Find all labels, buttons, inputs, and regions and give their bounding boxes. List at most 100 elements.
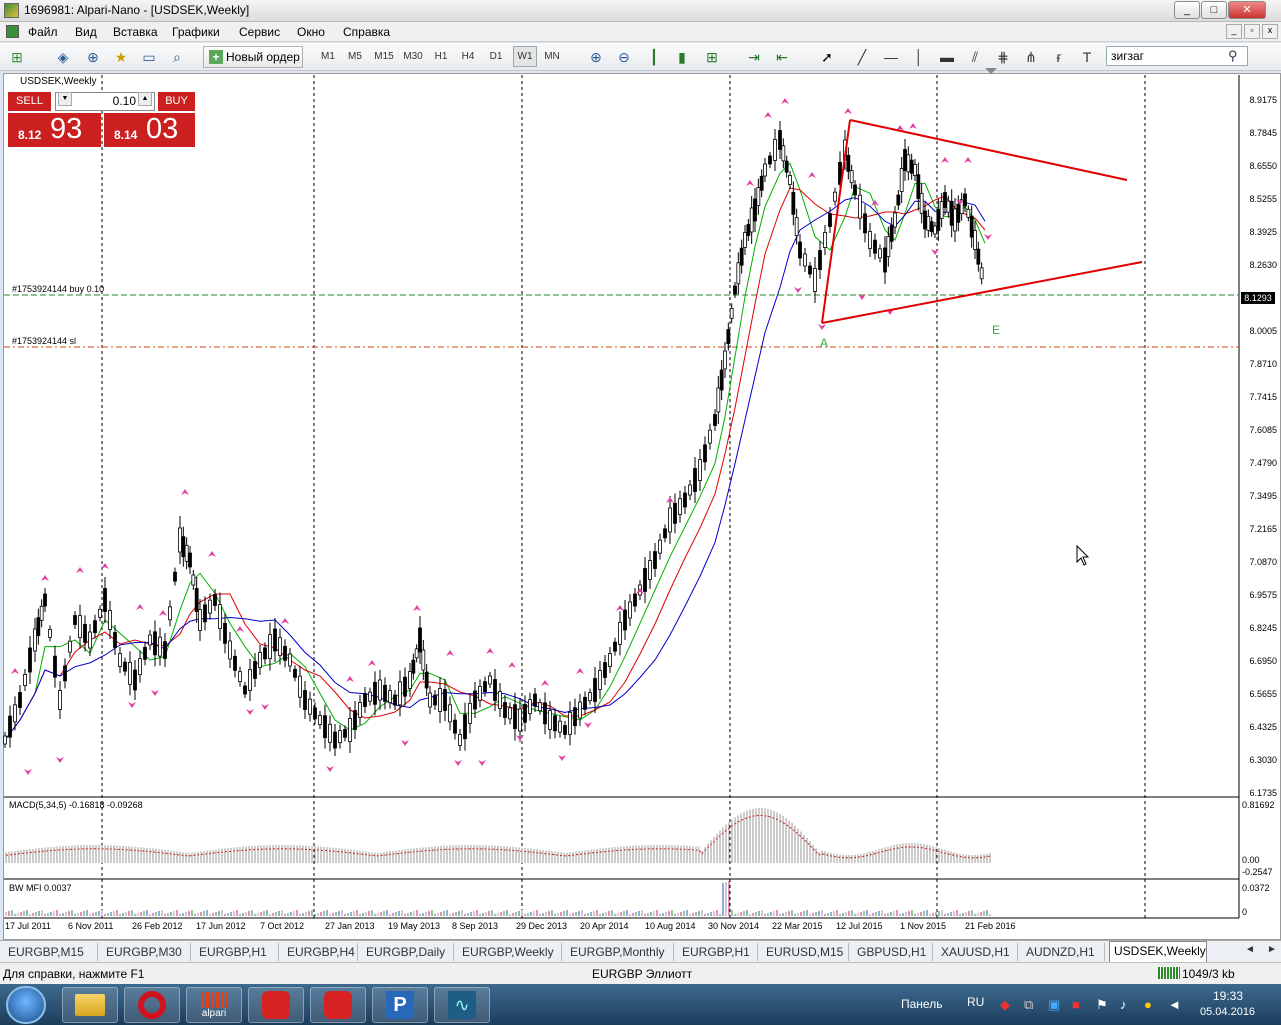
clock-time[interactable]: 19:33 (1213, 989, 1243, 1003)
candle-body (358, 702, 362, 718)
tray-speaker-icon[interactable]: ◄ (1168, 997, 1181, 1012)
taskbar-p-app-icon[interactable]: P (372, 987, 428, 1023)
sell-price-prefix: 8.12 (18, 128, 42, 142)
lot-down-icon[interactable]: ▼ (58, 92, 72, 106)
chart-tab[interactable]: XAUUSD,H1 (937, 943, 1018, 961)
candle-body (158, 636, 162, 657)
chart-tab[interactable]: EURGBP,H4 (283, 943, 358, 961)
candle-body (823, 232, 827, 248)
candle-body (298, 675, 302, 698)
chart-tab[interactable]: EURGBP,M15 (4, 943, 98, 961)
tray-app-icon[interactable]: ◆ (1000, 997, 1010, 1013)
candle-body (906, 154, 911, 173)
candle-body (878, 248, 882, 259)
candle-body (733, 285, 737, 295)
candle-body (88, 631, 92, 649)
buy-price[interactable]: 8.14 03 (104, 113, 195, 147)
candle-body (613, 641, 617, 652)
taskbar-alpari-icon[interactable]: alpari (186, 987, 242, 1023)
taskbar-folder-icon[interactable] (62, 987, 118, 1023)
order-line-label[interactable]: #1753924144 buy 0.10 (12, 284, 104, 294)
candle-body (668, 507, 672, 533)
candle-body (458, 734, 462, 746)
buy-price-prefix: 8.14 (114, 128, 138, 142)
chart-tab[interactable]: GBPUSD,H1 (853, 943, 933, 961)
lot-up-icon[interactable]: ▲ (138, 92, 152, 106)
candle-body (784, 160, 789, 173)
tray-flag-icon[interactable]: ⚑ (1096, 997, 1108, 1013)
sell-price[interactable]: 8.12 93 (8, 113, 101, 147)
chart-tab[interactable]: EURGBP,H1 (678, 943, 758, 961)
language-indicator[interactable]: RU (967, 995, 984, 1009)
candle-body (191, 574, 196, 586)
chart-tab[interactable]: EURGBP,M30 (102, 943, 191, 961)
chart-tab[interactable]: EURGBP,Monthly (566, 943, 674, 961)
tray-network-icon[interactable]: ⧉ (1024, 997, 1033, 1013)
chart-tab[interactable]: EURGBP,H1 (195, 943, 279, 961)
zigzag-down-arrow-icon (326, 766, 334, 772)
sell-button[interactable]: SELL (8, 92, 51, 111)
tray-red-icon[interactable]: ■ (1072, 997, 1080, 1012)
candle-body (603, 662, 607, 678)
candle-body (903, 149, 907, 171)
candle-body (858, 194, 862, 219)
zigzag-up-arrow-icon (541, 680, 549, 686)
candle-body (528, 699, 532, 715)
candle-body (973, 230, 977, 250)
zigzag-down-arrow-icon (794, 287, 802, 293)
chart-tab[interactable]: EURUSD,M15 (762, 943, 849, 961)
candle-body (243, 685, 247, 695)
tab-scroll-right-icon[interactable]: ► (1267, 944, 1277, 955)
candle-body (513, 704, 517, 730)
chart-tab[interactable]: EURGBP,Daily (362, 943, 454, 961)
stop-loss-line-label[interactable]: #1753924144 sl (12, 336, 76, 346)
tray-security-icon[interactable]: ● (1144, 997, 1152, 1012)
tray-display-icon[interactable]: ▣ (1048, 997, 1060, 1013)
chart-tab[interactable]: USDSEK,Weekly (1109, 941, 1207, 962)
candle-body (273, 628, 277, 652)
candle-body (608, 653, 612, 667)
candle-body (773, 139, 777, 161)
start-button[interactable] (6, 986, 46, 1024)
taskbar-metatrader-2-icon[interactable] (310, 987, 366, 1023)
one-click-trading-panel: SELL 0.10 ▼ ▲ BUY 8.12 93 8.14 03 (8, 90, 195, 148)
candle-body (863, 213, 867, 234)
candle-body (939, 201, 944, 219)
candle-body (749, 207, 754, 233)
date-tick: 22 Mar 2015 (772, 921, 823, 931)
candle-body (683, 492, 687, 508)
candle-body (433, 694, 437, 706)
chart-tab[interactable]: EURGBP,Weekly (458, 943, 562, 961)
tray-volume-icon[interactable]: ♪ (1120, 997, 1127, 1012)
price-tick: 6.1735 (1249, 788, 1277, 798)
taskbar-metatrader-icon[interactable] (248, 987, 304, 1023)
taskbar-chart-app-icon[interactable]: ∿ (434, 987, 490, 1023)
macd-tick-max: 0.81692 (1242, 800, 1275, 810)
status-traffic: 1049/3 kb (1182, 967, 1235, 981)
taskbar-panel-label[interactable]: Панель (901, 997, 942, 1011)
candle-body (143, 646, 147, 660)
zigzag-up-arrow-icon (346, 676, 354, 682)
candle-body (483, 681, 487, 693)
candle-body (896, 194, 901, 206)
taskbar-opera-icon[interactable] (124, 987, 180, 1023)
price-tick: 7.4790 (1249, 458, 1277, 468)
candle-body (178, 527, 182, 553)
candle-body (473, 690, 477, 710)
chart-shift-marker-icon (985, 68, 997, 74)
zigzag-down-arrow-icon (984, 234, 992, 240)
candle-body (368, 691, 372, 702)
candle-body (53, 655, 57, 678)
candle-body (223, 622, 227, 644)
tab-scroll-left-icon[interactable]: ◄ (1245, 944, 1255, 955)
clock-date[interactable]: 05.04.2016 (1200, 1006, 1255, 1018)
chart-tab[interactable]: AUDNZD,H1 (1022, 943, 1105, 961)
candle-body (623, 609, 627, 631)
candle-body (828, 213, 832, 227)
candle-body (468, 702, 472, 724)
zigzag-up-arrow-icon (486, 648, 494, 654)
zigzag-up-arrow-icon (41, 575, 49, 581)
candle-body (268, 634, 272, 660)
buy-button[interactable]: BUY (158, 92, 195, 111)
zigzag-up-arrow-icon (208, 551, 216, 557)
